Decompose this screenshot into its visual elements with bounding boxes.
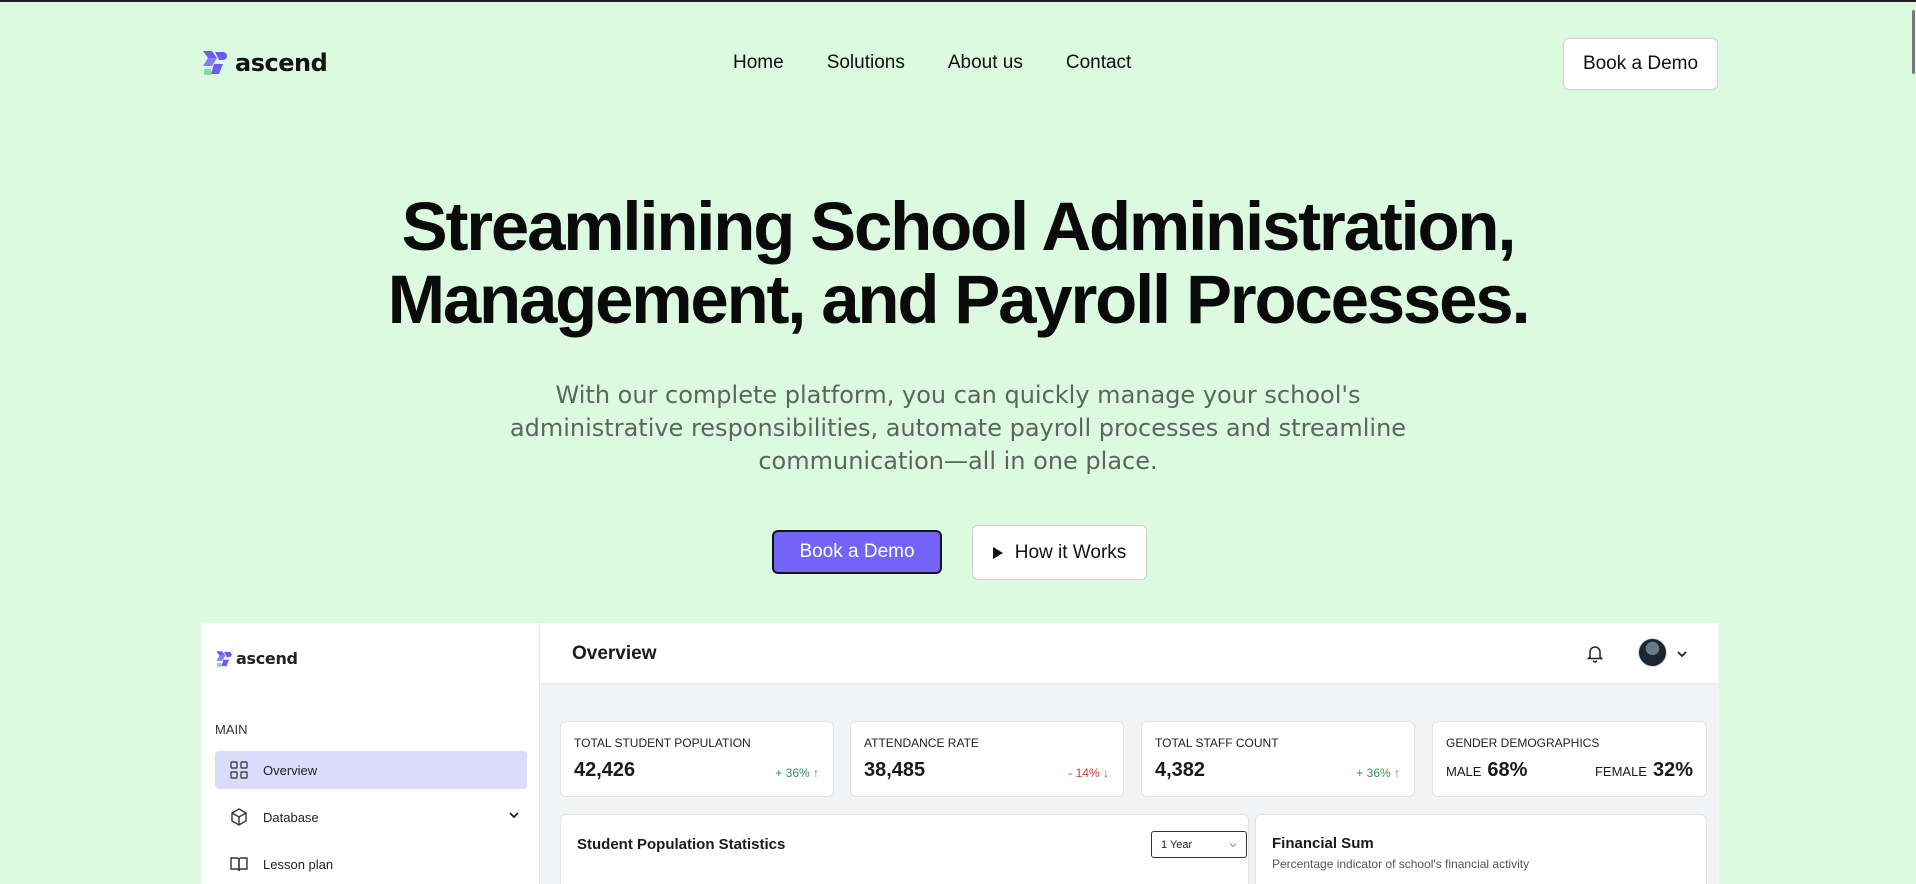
hero-subtitle: With our complete platform, you can quic… <box>458 379 1458 478</box>
stat-value: 42,426 <box>574 759 636 781</box>
hero-title-line-2: Management, and Payroll Processes. <box>387 261 1531 338</box>
hero-subtitle-line-3: communication—all in one place. <box>758 447 1158 475</box>
avatar[interactable] <box>1638 638 1667 667</box>
sidebar-item-label: Lesson plan <box>263 856 334 872</box>
stat-label: TOTAL STAFF COUNT <box>1155 736 1279 750</box>
cube-icon <box>231 808 247 826</box>
chevron-down-icon <box>1229 843 1237 848</box>
nav-link-about[interactable]: About us <box>948 52 1023 74</box>
stat-card-attendance-rate: ATTENDANCE RATE 38,485 - 14% ↓ <box>850 721 1124 797</box>
male-value: 68% <box>1487 759 1528 781</box>
delta-text: + 36% <box>1356 766 1391 780</box>
sidebar-item-label: Database <box>263 809 319 825</box>
hero-subtitle-line-2: administrative responsibilities, automat… <box>509 414 1407 442</box>
dashboard-preview: ascend MAIN Overview Database Lesson pla… <box>201 623 1719 884</box>
range-select-value: 1 Year <box>1161 838 1193 851</box>
page-title: Overview <box>572 643 657 664</box>
stat-label: GENDER DEMOGRAPHICS <box>1446 736 1600 750</box>
brand-name: ascend <box>235 49 328 77</box>
chevron-down-icon[interactable] <box>507 808 521 822</box>
panel-title: Student Population Statistics <box>577 836 786 853</box>
nav-link-solutions[interactable]: Solutions <box>827 52 905 74</box>
stat-delta: - 14% ↓ <box>1068 766 1109 780</box>
hero-subtitle-line-1: With our complete platform, you can quic… <box>555 381 1361 409</box>
sidebar-section-label: MAIN <box>215 722 248 737</box>
panel-title: Financial Sum <box>1272 835 1374 852</box>
stat-value: 38,485 <box>864 759 926 781</box>
sidebar-item-overview[interactable]: Overview <box>215 751 527 789</box>
hero-title-line-1: Streamlining School Administration, <box>401 188 1517 265</box>
how-it-works-label: How it Works <box>1014 541 1127 563</box>
dashboard-sidebar: ascend MAIN Overview Database Lesson pla… <box>201 623 540 884</box>
stat-delta: + 36% ↑ <box>1356 766 1400 780</box>
nav-book-demo-button[interactable]: Book a Demo <box>1563 38 1718 90</box>
hero-title: Streamlining School Administration, Mana… <box>0 190 1916 336</box>
gender-female: FEMALE 32% <box>1595 759 1693 782</box>
stat-card-gender-demographics: GENDER DEMOGRAPHICS MALE 68% FEMALE 32% <box>1432 721 1707 797</box>
nav-link-contact[interactable]: Contact <box>1066 52 1131 74</box>
how-it-works-button[interactable]: How it Works <box>972 525 1147 580</box>
grid-icon <box>230 761 248 779</box>
stat-card-student-population: TOTAL STUDENT POPULATION 42,426 + 36% ↑ <box>560 721 834 797</box>
panel-subtitle: Percentage indicator of school's financi… <box>1272 857 1530 871</box>
sidebar-item-label: Overview <box>263 762 318 778</box>
nav-link-home[interactable]: Home <box>733 52 784 74</box>
brand-logo[interactable]: ascend <box>201 49 328 77</box>
book-icon <box>230 857 248 872</box>
gender-values: MALE 68% FEMALE 32% <box>1446 759 1693 782</box>
gender-male: MALE 68% <box>1446 759 1527 782</box>
dashboard-logo: ascend <box>215 649 298 668</box>
logo-mark-icon <box>203 51 227 75</box>
female-label: FEMALE <box>1594 764 1647 779</box>
stat-delta: + 36% ↑ <box>775 766 819 780</box>
female-value: 32% <box>1652 759 1693 781</box>
play-icon <box>992 546 1003 559</box>
top-nav: ascend Home Solutions About us Contact B… <box>0 2 1916 122</box>
stat-value: 4,382 <box>1155 759 1206 781</box>
logo-mark-icon <box>216 650 232 667</box>
range-select[interactable]: 1 Year <box>1151 831 1247 858</box>
bell-icon[interactable] <box>1586 643 1604 663</box>
page-scrollbar[interactable] <box>1912 10 1915 74</box>
delta-text: - 14% <box>1068 766 1100 780</box>
chevron-down-icon[interactable] <box>1675 647 1689 661</box>
arrow-up-icon: ↑ <box>813 766 819 780</box>
stat-label: TOTAL STUDENT POPULATION <box>574 736 751 750</box>
sidebar-item-lesson-plan[interactable]: Lesson plan <box>215 845 527 883</box>
hero-book-demo-button[interactable]: Book a Demo <box>772 530 942 574</box>
financial-sum-panel: Financial Sum Percentage indicator of sc… <box>1255 814 1707 884</box>
arrow-up-icon: ↑ <box>1394 766 1400 780</box>
sidebar-item-database[interactable]: Database <box>215 798 527 836</box>
male-label: MALE <box>1446 764 1482 779</box>
stat-card-staff-count: TOTAL STAFF COUNT 4,382 + 36% ↑ <box>1141 721 1415 797</box>
dashboard-brand-name: ascend <box>236 649 298 668</box>
student-population-panel: Student Population Statistics 1 Year <box>560 814 1249 884</box>
delta-text: + 36% <box>775 766 810 780</box>
dashboard-topbar: Overview <box>540 623 1719 684</box>
stat-label: ATTENDANCE RATE <box>864 736 979 750</box>
main-menu: Home Solutions About us Contact <box>733 52 1131 74</box>
arrow-down-icon: ↓ <box>1103 766 1109 780</box>
